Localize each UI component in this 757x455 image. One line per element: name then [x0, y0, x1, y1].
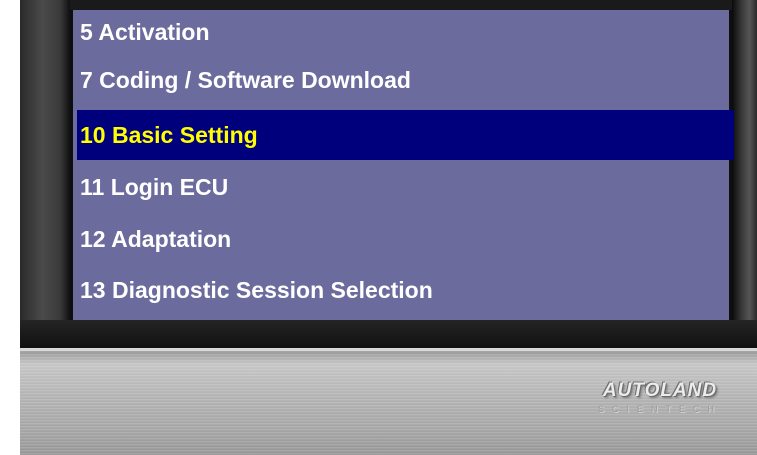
scanner-device: 5 Activation 7 Coding / Software Downloa…: [20, 0, 757, 455]
left-bezel: [20, 0, 70, 320]
menu-item-activation[interactable]: 5 Activation: [77, 7, 731, 57]
menu-item-label: 5 Activation: [80, 18, 210, 45]
brand-subtitle: SCIENTECH: [597, 404, 722, 414]
menu-item-label: 13 Diagnostic Session Selection: [80, 276, 433, 303]
brand-name: AUTOLAND: [602, 380, 718, 401]
menu-item-login-ecu[interactable]: 11 Login ECU: [77, 162, 731, 212]
right-bezel: [732, 0, 757, 320]
menu-item-basic-setting[interactable]: 10 Basic Setting: [77, 110, 734, 160]
menu-item-diagnostic-session[interactable]: 13 Diagnostic Session Selection: [77, 265, 731, 315]
menu-item-label: 12 Adaptation: [80, 225, 232, 252]
menu-item-label: 11 Login ECU: [80, 173, 229, 200]
display-screen: 5 Activation 7 Coding / Software Downloa…: [70, 7, 734, 320]
screen-bottom-frame: [20, 320, 757, 348]
metal-panel-edge: [20, 348, 757, 351]
menu-item-label: 10 Basic Setting: [80, 121, 258, 148]
brand-logo: AUTOLAND SCIENTECH: [580, 380, 740, 414]
menu-item-coding[interactable]: 7 Coding / Software Download: [77, 55, 731, 105]
menu-item-adaptation[interactable]: 12 Adaptation: [77, 214, 731, 264]
menu-item-label: 7 Coding / Software Download: [80, 66, 411, 93]
